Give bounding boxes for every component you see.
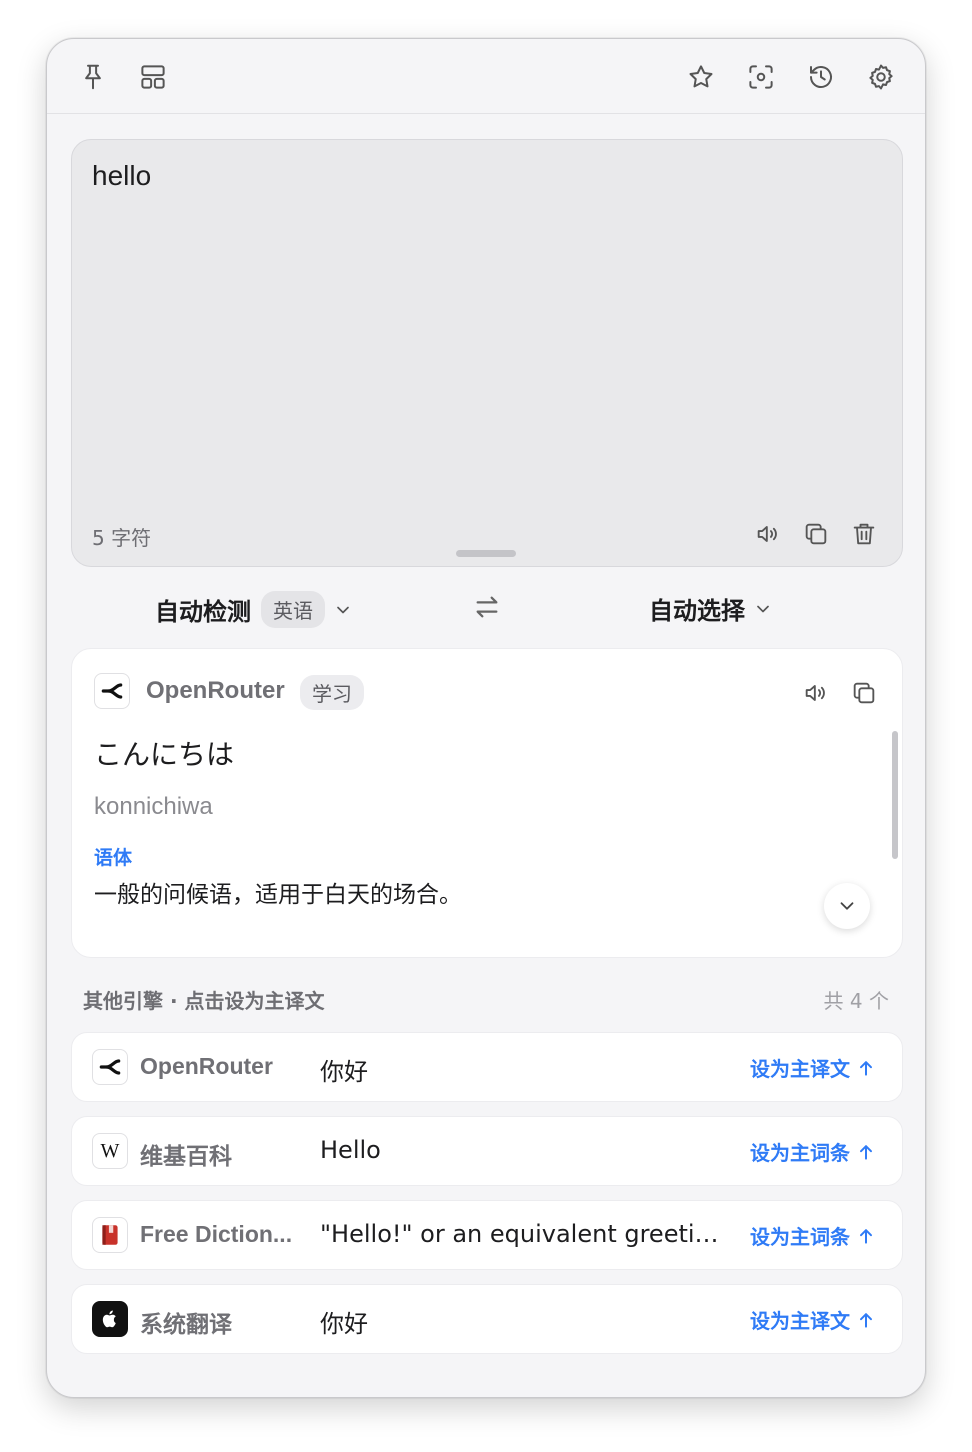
chevron-down-icon: [840, 902, 854, 910]
target-language-label: 自动选择: [649, 597, 745, 625]
copy-icon[interactable]: [846, 675, 882, 711]
speaker-icon[interactable]: [750, 516, 786, 552]
toolbar: [47, 39, 925, 114]
char-count: 5 字符: [92, 526, 152, 550]
arrow-up-icon: [860, 1228, 872, 1244]
resize-handle[interactable]: [456, 550, 516, 557]
engine-row-wikipedia[interactable]: W 维基百科 Hello 设为主词条: [71, 1116, 903, 1186]
screenshot-ocr-icon[interactable]: [741, 57, 781, 97]
target-language-select[interactable]: 自动选择: [649, 591, 773, 626]
romanization-text: konnichiwa: [94, 793, 213, 820]
register-section-label: 语体: [94, 847, 133, 869]
speaker-icon[interactable]: [798, 675, 834, 711]
trash-icon[interactable]: [846, 516, 882, 552]
engine-result-text: 你好: [320, 1058, 368, 1086]
other-engines-count: 共 4 个: [823, 989, 889, 1013]
engine-result-text: Hello: [320, 1136, 381, 1164]
pin-icon[interactable]: [73, 57, 113, 97]
set-primary-label: 设为主词条: [750, 1141, 850, 1165]
engine-name: OpenRouter: [140, 1053, 273, 1079]
engine-name: Free Diction...: [140, 1221, 293, 1247]
arrow-up-icon: [860, 1312, 872, 1328]
set-primary-button[interactable]: 设为主译文: [750, 1053, 876, 1082]
register-note-text: 一般的问候语，适用于白天的场合。: [94, 882, 462, 908]
result-tag: 学习: [300, 675, 364, 710]
copy-icon[interactable]: [798, 516, 834, 552]
engine-name: 系统翻译: [140, 1311, 232, 1337]
engine-result-text: 你好: [320, 1310, 368, 1338]
source-text[interactable]: hello: [92, 160, 151, 192]
chevron-down-icon: [337, 606, 349, 613]
chevron-down-icon: [757, 605, 769, 612]
engine-row-system-translate[interactable]: 系统翻译 你好 设为主译文: [71, 1284, 903, 1354]
star-icon[interactable]: [681, 57, 721, 97]
language-selector-row: 自动检测 英语 自动选择: [47, 585, 925, 635]
openrouter-logo-icon: [94, 673, 130, 709]
translator-window: hello 5 字符 自动检测 英语 自动选择 OpenRouter 学习 こん…: [46, 38, 926, 1398]
engine-row-free-dictionary[interactable]: Free Diction... "Hello!" or an equivalen…: [71, 1200, 903, 1270]
set-primary-label: 设为主词条: [750, 1225, 850, 1249]
main-result-card: OpenRouter 学习 こんにちは konnichiwa 语体 一般的问候语…: [71, 648, 903, 958]
openrouter-logo-icon: [92, 1049, 128, 1085]
set-primary-button[interactable]: 设为主词条: [750, 1221, 876, 1250]
dictionary-book-icon: [92, 1217, 128, 1253]
swap-languages-icon[interactable]: [471, 591, 503, 623]
engine-name: 维基百科: [140, 1143, 232, 1169]
engine-result-text: "Hello!" or an equivalent greetin...: [320, 1220, 730, 1248]
set-primary-label: 设为主译文: [750, 1057, 850, 1081]
detected-language-badge: 英语: [261, 591, 325, 628]
set-primary-button[interactable]: 设为主词条: [750, 1137, 876, 1166]
history-icon[interactable]: [801, 57, 841, 97]
arrow-up-icon: [860, 1144, 872, 1160]
engine-row-openrouter[interactable]: OpenRouter 你好 设为主译文: [71, 1032, 903, 1102]
translation-text[interactable]: こんにちは: [94, 733, 234, 773]
source-language-label: 自动检测: [155, 598, 251, 626]
source-text-input[interactable]: hello 5 字符: [71, 139, 903, 567]
set-primary-button[interactable]: 设为主译文: [750, 1305, 876, 1334]
arrow-up-icon: [860, 1060, 872, 1076]
other-engines-header: 其他引擎 · 点击设为主译文: [83, 989, 325, 1013]
set-primary-label: 设为主译文: [750, 1309, 850, 1333]
wikipedia-logo-icon: W: [92, 1133, 128, 1169]
gear-icon[interactable]: [861, 57, 901, 97]
apple-logo-icon: [92, 1301, 128, 1337]
result-engine-name: OpenRouter: [146, 677, 285, 704]
source-language-select[interactable]: 自动检测 英语: [155, 591, 353, 628]
expand-button[interactable]: [824, 883, 870, 929]
scrollbar[interactable]: [892, 731, 898, 859]
layout-icon[interactable]: [133, 57, 173, 97]
